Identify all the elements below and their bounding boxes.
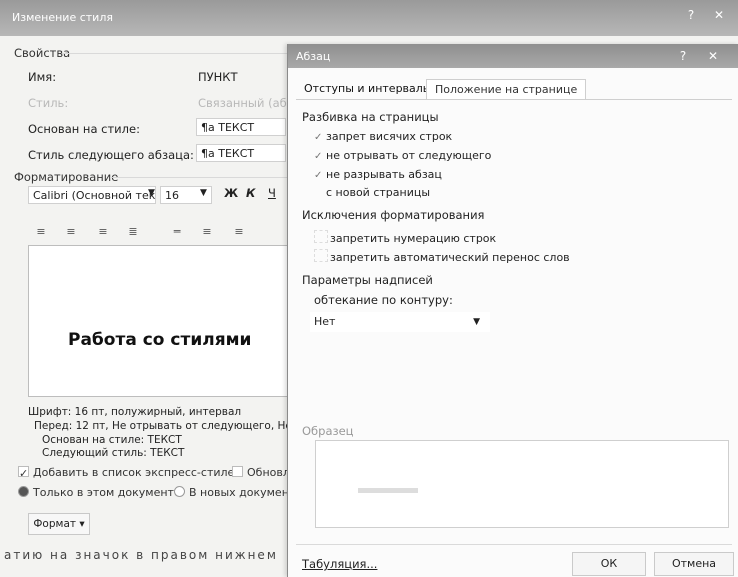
description-line: Шрифт: 16 пт, полужирный, интервал bbox=[28, 406, 242, 418]
close-icon[interactable]: ✕ bbox=[708, 6, 730, 24]
background-text: атию на значок в правом нижнем bbox=[4, 548, 278, 562]
ok-button[interactable]: ОК bbox=[572, 552, 646, 576]
divider bbox=[62, 53, 287, 54]
widow-control-label: запрет висячих строк bbox=[326, 130, 453, 143]
sample-text-line bbox=[358, 488, 418, 493]
tab-page-position[interactable]: Положение на странице bbox=[426, 79, 587, 100]
style-dialog-titlebar: Изменение стиля ? ✕ bbox=[0, 0, 738, 36]
suppress-line-numbers-label: запретить нумерацию строк bbox=[330, 232, 497, 245]
checkmark-icon[interactable]: ✓ bbox=[314, 151, 326, 162]
add-quick-styles-checkbox[interactable]: ✓ Добавить в список экспресс-стилей bbox=[18, 466, 242, 480]
align-left-icon[interactable]: ≡ bbox=[34, 226, 48, 238]
name-label: Имя: bbox=[28, 70, 57, 84]
auto-update-checkbox[interactable]: Обновл bbox=[232, 466, 290, 479]
preview-text: Работа со стилями bbox=[68, 330, 252, 350]
no-hyphenation-label: запретить автоматический перенос слов bbox=[330, 251, 570, 264]
pagination-section-title: Разбивка на страницы bbox=[302, 110, 439, 124]
description-line: Основан на стиле: ТЕКСТ bbox=[42, 434, 182, 446]
based-on-label: Основан на стиле: bbox=[28, 122, 140, 136]
keep-lines-together-checkbox[interactable]: ✓ не разрывать абзац bbox=[314, 168, 442, 181]
wrap-label: обтекание по контуру: bbox=[314, 293, 453, 307]
keep-with-next-checkbox[interactable]: ✓ не отрывать от следующего bbox=[314, 149, 491, 162]
wrap-select[interactable]: Нет ▼ bbox=[310, 312, 490, 332]
sample-preview-box bbox=[315, 440, 729, 528]
empty-checkbox-icon[interactable] bbox=[314, 230, 328, 243]
wrap-select-value: Нет bbox=[314, 315, 336, 328]
new-documents-radio[interactable]: В новых документ bbox=[174, 486, 295, 499]
formatting-section-title: Форматирование bbox=[14, 170, 119, 184]
new-documents-label: В новых документ bbox=[189, 486, 296, 499]
textbox-section-title: Параметры надписей bbox=[302, 273, 433, 287]
keep-with-next-label: не отрывать от следующего bbox=[326, 149, 492, 162]
divider bbox=[110, 177, 287, 178]
font-select[interactable]: Calibri (Основной тек bbox=[28, 186, 156, 204]
chevron-down-icon[interactable]: ▼ bbox=[200, 188, 207, 198]
line-spacing-double-icon[interactable]: ≡ bbox=[200, 226, 214, 238]
only-this-document-radio[interactable]: Только в этом документе bbox=[18, 486, 181, 499]
based-on-select[interactable]: ¶a ТЕКСТ bbox=[196, 118, 286, 136]
paragraph-dialog-title: Абзац bbox=[296, 50, 331, 63]
style-type-label: Стиль: bbox=[28, 96, 69, 110]
divider bbox=[296, 544, 732, 545]
style-preview-box bbox=[28, 245, 292, 397]
divider bbox=[296, 99, 732, 100]
italic-button[interactable]: К bbox=[246, 186, 255, 200]
line-spacing-single-icon[interactable]: ═ bbox=[170, 226, 184, 238]
help-icon[interactable]: ? bbox=[680, 6, 702, 24]
next-style-label: Стиль следующего абзаца: bbox=[28, 148, 194, 162]
radio-icon[interactable] bbox=[174, 486, 185, 497]
exceptions-section-title: Исключения форматирования bbox=[302, 208, 485, 222]
tab-indents-spacing[interactable]: Отступы и интервалы bbox=[296, 79, 440, 99]
add-quick-styles-label: Добавить в список экспресс-стилей bbox=[33, 466, 242, 479]
format-button[interactable]: Формат ▾ bbox=[28, 513, 90, 535]
suppress-line-numbers-checkbox[interactable]: запретить нумерацию строк bbox=[314, 230, 496, 245]
no-hyphenation-checkbox[interactable]: запретить автоматический перенос слов bbox=[314, 249, 570, 264]
align-center-icon[interactable]: ≡ bbox=[64, 226, 78, 238]
page-break-before-label: с новой страницы bbox=[326, 186, 431, 199]
name-value[interactable]: ПУНКТ bbox=[198, 70, 238, 84]
chevron-down-icon[interactable]: ▼ bbox=[148, 188, 155, 198]
keep-lines-together-label: не разрывать абзац bbox=[326, 168, 442, 181]
only-this-document-label: Только в этом документе bbox=[33, 486, 181, 499]
align-justify-icon[interactable]: ≣ bbox=[126, 226, 140, 238]
checkbox-icon[interactable] bbox=[232, 466, 243, 477]
close-icon[interactable]: ✕ bbox=[702, 47, 724, 65]
description-line: Перед: 12 пт, Не отрывать от следующего,… bbox=[34, 420, 302, 432]
paragraph-dialog-titlebar: Абзац ? ✕ bbox=[288, 44, 738, 68]
tabs-button[interactable]: Табуляция... bbox=[302, 557, 377, 571]
checkmark-icon[interactable]: ✓ bbox=[314, 170, 326, 181]
spacing-icon[interactable]: ≡ bbox=[232, 226, 246, 238]
paragraph-dialog: Абзац ? ✕ Отступы и интервалы Положение … bbox=[287, 44, 738, 577]
description-line: Следующий стиль: ТЕКСТ bbox=[42, 447, 185, 459]
page-break-before-checkbox[interactable]: с новой страницы bbox=[314, 186, 430, 199]
checkmark-icon[interactable]: ✓ bbox=[314, 132, 326, 143]
align-right-icon[interactable]: ≡ bbox=[96, 226, 110, 238]
bold-button[interactable]: Ж bbox=[224, 186, 238, 200]
cancel-button[interactable]: Отмена bbox=[654, 552, 734, 576]
checkbox-icon[interactable]: ✓ bbox=[18, 466, 29, 480]
auto-update-label: Обновл bbox=[247, 466, 290, 479]
empty-checkbox-icon[interactable] bbox=[314, 249, 328, 262]
sample-label: Образец bbox=[302, 424, 354, 438]
underline-button[interactable]: Ч bbox=[268, 186, 276, 200]
next-style-select[interactable]: ¶a ТЕКСТ bbox=[196, 144, 286, 162]
help-icon[interactable]: ? bbox=[672, 47, 694, 65]
style-dialog-title: Изменение стиля bbox=[12, 11, 113, 24]
radio-selected-icon[interactable] bbox=[18, 486, 29, 497]
widow-control-checkbox[interactable]: ✓ запрет висячих строк bbox=[314, 130, 452, 143]
chevron-down-icon[interactable]: ▼ bbox=[473, 312, 480, 332]
